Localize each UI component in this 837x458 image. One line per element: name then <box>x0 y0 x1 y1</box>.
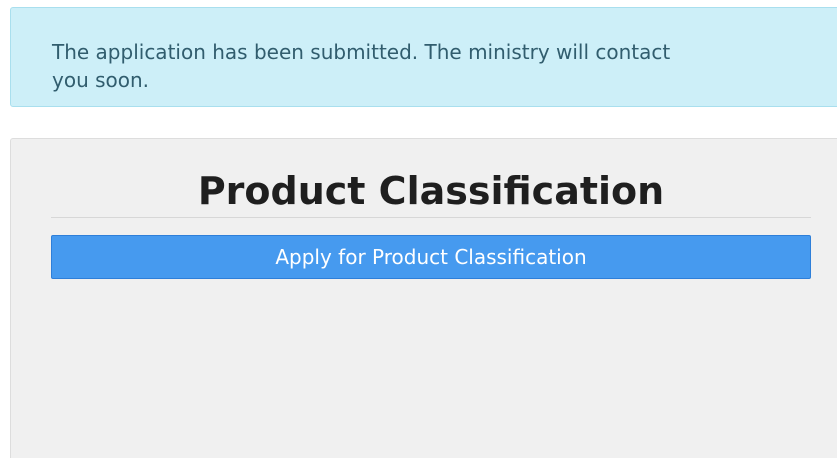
title-divider <box>51 217 811 218</box>
page-title: Product Classification <box>197 169 665 213</box>
success-alert: The application has been submitted. The … <box>10 7 837 107</box>
alert-message: The application has been submitted. The … <box>52 40 671 92</box>
apply-for-product-classification-button[interactable]: Apply for Product Classification <box>51 235 811 279</box>
product-classification-page: The application has been submitted. The … <box>0 0 837 458</box>
product-classification-panel: Product Classification Apply for Product… <box>10 138 837 458</box>
